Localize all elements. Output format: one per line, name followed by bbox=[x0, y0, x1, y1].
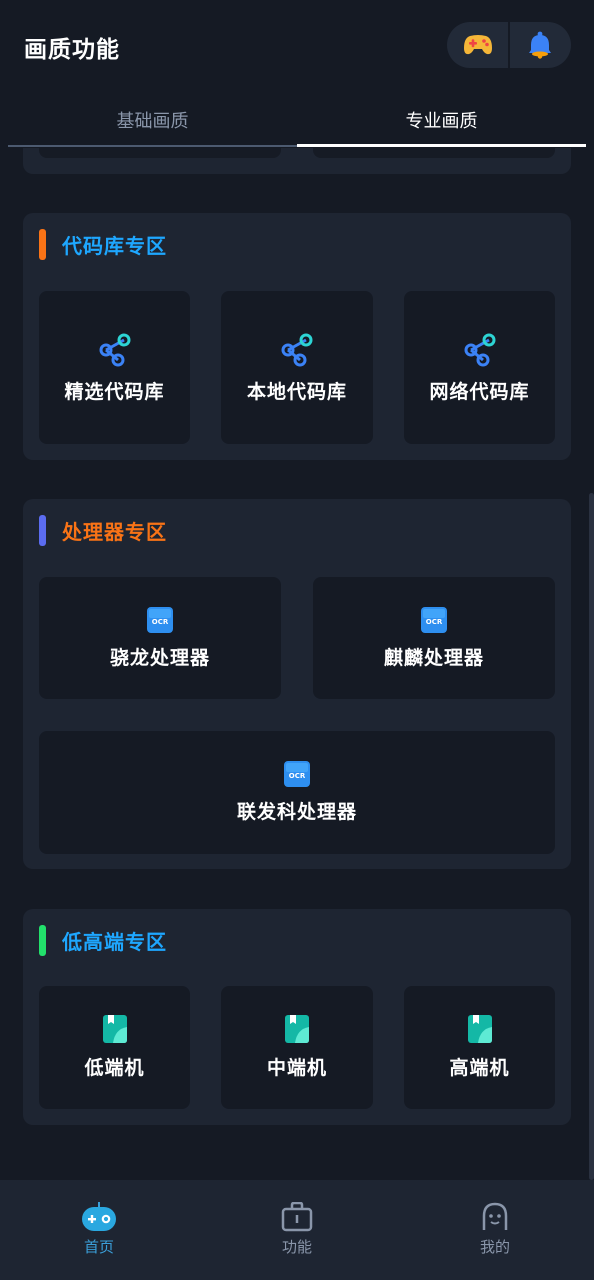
tile-label: 联发科处理器 bbox=[236, 801, 357, 823]
toolbox-icon bbox=[281, 1202, 313, 1232]
nav-item-profile[interactable]: 我的 bbox=[396, 1180, 594, 1280]
tile-mediatek-processor[interactable]: OCR 联发科处理器 bbox=[39, 731, 555, 854]
ocr-icon: OCR bbox=[421, 606, 447, 633]
tile-network-code-library[interactable]: 网络代码库 bbox=[404, 291, 555, 444]
tab-underline bbox=[8, 145, 297, 147]
section-title: 低高端专区 bbox=[62, 930, 167, 954]
scrollbar[interactable] bbox=[589, 493, 594, 1180]
tile-snapdragon-processor[interactable]: OCR 骁龙处理器 bbox=[39, 577, 281, 699]
gamepad-button[interactable] bbox=[447, 22, 508, 68]
tile-label: 低端机 bbox=[84, 1057, 145, 1079]
book-icon bbox=[102, 1015, 127, 1043]
section-accent-bar bbox=[39, 925, 46, 956]
nav-label: 我的 bbox=[479, 1238, 510, 1256]
section-code-library: 代码库专区 精选代码库 本地代码库 网络代码库 bbox=[23, 213, 571, 460]
share-nodes-icon bbox=[281, 333, 313, 367]
tile-local-code-library[interactable]: 本地代码库 bbox=[221, 291, 373, 444]
section-processor: 处理器专区 OCR 骁龙处理器 OCR 麒麟处理器 OCR 联发科处理器 bbox=[23, 499, 571, 869]
previous-tile-remnant bbox=[39, 148, 281, 158]
section-title: 代码库专区 bbox=[62, 234, 167, 258]
active-tab-indicator bbox=[297, 144, 586, 147]
nav-item-home[interactable]: 首页 bbox=[0, 1180, 198, 1280]
quality-tabs: 基础画质 专业画质 bbox=[8, 92, 586, 148]
tile-label: 骁龙处理器 bbox=[109, 646, 210, 669]
tab-pro-quality[interactable]: 专业画质 bbox=[297, 92, 586, 148]
tile-high-end-device[interactable]: 高端机 bbox=[404, 986, 555, 1109]
tile-kirin-processor[interactable]: OCR 麒麟处理器 bbox=[313, 577, 555, 699]
bell-icon bbox=[529, 31, 552, 59]
section-accent-bar bbox=[39, 229, 46, 260]
book-icon bbox=[467, 1015, 492, 1043]
tile-label: 高端机 bbox=[449, 1057, 510, 1079]
svg-text:OCR: OCR bbox=[152, 618, 169, 626]
ocr-icon: OCR bbox=[147, 606, 173, 633]
book-icon bbox=[285, 1015, 309, 1043]
section-accent-bar bbox=[39, 515, 46, 546]
share-nodes-icon bbox=[464, 333, 495, 367]
tile-label: 中端机 bbox=[266, 1057, 327, 1079]
svg-text:OCR: OCR bbox=[289, 772, 306, 780]
ocr-icon: OCR bbox=[284, 761, 310, 787]
tile-label: 本地代码库 bbox=[246, 381, 347, 403]
header-actions bbox=[447, 22, 571, 68]
app-root: 画质功能 基础画质 专业画质 代码库专区 精选代码库 本地代码库 网络代码库 处… bbox=[0, 0, 594, 1280]
page-title: 画质功能 bbox=[24, 37, 120, 63]
tile-label: 麒麟处理器 bbox=[383, 646, 484, 669]
tile-low-end-device[interactable]: 低端机 bbox=[39, 986, 190, 1109]
header: 画质功能 bbox=[0, 0, 594, 92]
nav-label: 首页 bbox=[83, 1238, 114, 1256]
tile-label: 网络代码库 bbox=[429, 381, 530, 403]
tab-basic-quality[interactable]: 基础画质 bbox=[8, 92, 297, 148]
tile-selected-code-library[interactable]: 精选代码库 bbox=[39, 291, 190, 444]
bell-button[interactable] bbox=[510, 22, 571, 68]
section-device-tier: 低高端专区 低端机 中端机 高端机 bbox=[23, 909, 571, 1125]
section-title: 处理器专区 bbox=[62, 520, 167, 544]
tile-mid-range-device[interactable]: 中端机 bbox=[221, 986, 373, 1109]
gamepad-icon bbox=[463, 35, 492, 55]
smiley-icon bbox=[482, 1202, 508, 1230]
share-nodes-icon bbox=[99, 333, 130, 367]
nav-label: 功能 bbox=[281, 1238, 312, 1256]
nav-item-features[interactable]: 功能 bbox=[198, 1180, 396, 1280]
svg-text:OCR: OCR bbox=[426, 618, 443, 626]
robot-icon bbox=[82, 1202, 116, 1231]
tile-label: 精选代码库 bbox=[64, 381, 165, 403]
previous-tile-remnant bbox=[313, 148, 555, 158]
bottom-navigation: 首页 功能 我的 bbox=[0, 1180, 594, 1280]
